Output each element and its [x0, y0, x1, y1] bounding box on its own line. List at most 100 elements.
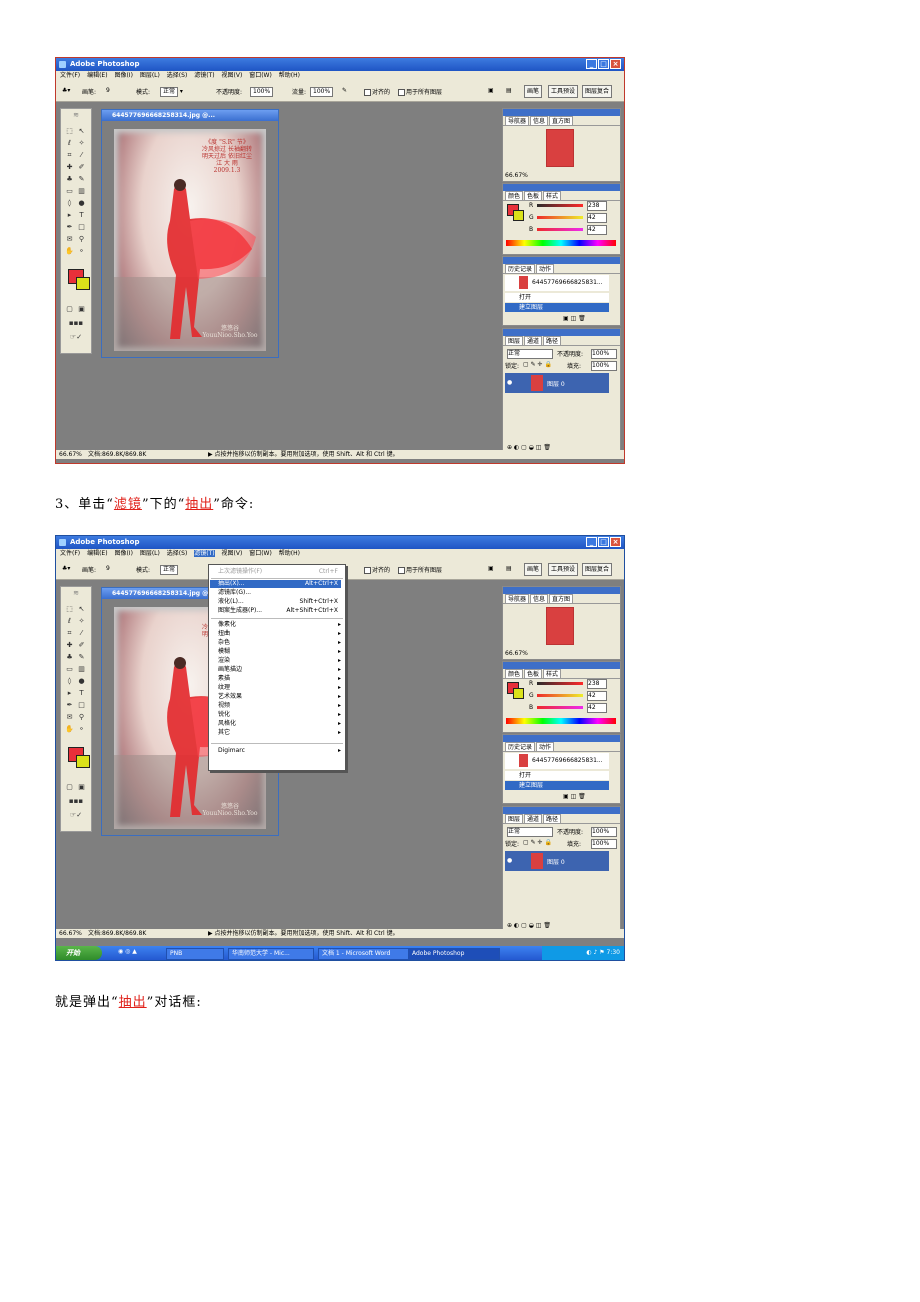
marquee-icon[interactable]: ⬚ — [64, 605, 75, 614]
menu-image[interactable]: 图像(I) — [114, 550, 132, 557]
menu-item-brush-strokes[interactable]: 画笔描边 ▸ — [218, 666, 341, 674]
palette-well-icon[interactable]: ▣ — [488, 565, 494, 572]
channel-b-value[interactable]: 42 — [587, 703, 607, 713]
tab-history[interactable]: 历史记录 — [505, 742, 536, 751]
fill-input[interactable]: 100% — [591, 361, 617, 371]
screen-mode-icons[interactable]: ▪▪▪ — [64, 797, 88, 806]
eye-icon[interactable]: ● — [507, 379, 512, 386]
eyedropper-icon[interactable]: ⚲ — [76, 235, 87, 244]
all-layers-checkbox[interactable]: 用于所有图层 — [398, 87, 442, 96]
menu-item-pixelate[interactable]: 像素化 ▸ — [218, 621, 341, 629]
history-bottom-icons[interactable]: ▣ ◫ 🗑 — [563, 793, 586, 800]
taskbar-item-pnb[interactable]: PNB — [166, 948, 224, 960]
pen-icon[interactable]: ✒ — [64, 223, 75, 232]
dodge-icon[interactable]: ● — [76, 677, 87, 686]
tab-brushes[interactable]: 画笔 — [524, 563, 543, 576]
menu-item-blur[interactable]: 模糊 ▸ — [218, 648, 341, 656]
notes-icon[interactable]: ✉ — [64, 235, 75, 244]
menu-item-distort[interactable]: 扭曲 ▸ — [218, 630, 341, 638]
notes-icon[interactable]: ✉ — [64, 713, 75, 722]
channel-g-slider[interactable] — [537, 694, 583, 697]
palette-well-icon[interactable]: ▣ — [488, 87, 494, 94]
crop-icon[interactable]: ⌗ — [64, 151, 75, 160]
crop-icon[interactable]: ⌗ — [64, 629, 75, 638]
link-filter[interactable]: 滤镜 — [114, 497, 142, 512]
tab-paths[interactable]: 路径 — [543, 336, 562, 345]
tab-histogram[interactable]: 直方图 — [549, 594, 574, 603]
menu-item-sketch[interactable]: 素描 ▸ — [218, 675, 341, 683]
tab-channels[interactable]: 通道 — [524, 814, 543, 823]
dodge-icon[interactable]: ● — [76, 199, 87, 208]
eyedropper-icon[interactable]: ⚲ — [76, 713, 87, 722]
tab-navigator[interactable]: 导航器 — [505, 116, 530, 125]
move-icon[interactable]: ↖ — [76, 605, 87, 614]
tab-info[interactable]: 信息 — [530, 116, 549, 125]
link-extract[interactable]: 抽出 — [185, 497, 213, 512]
quick-mask-on-icon[interactable]: ▣ — [76, 305, 87, 314]
brush-size[interactable]: 9 — [106, 565, 110, 572]
color-bg-swatch[interactable] — [513, 210, 524, 221]
history-item-open[interactable]: 打开 — [505, 771, 609, 780]
opacity-input[interactable]: 100% — [250, 87, 274, 97]
tab-history[interactable]: 历史记录 — [505, 264, 536, 273]
background-color-swatch[interactable] — [76, 277, 90, 290]
menu-image[interactable]: 图像(I) — [114, 72, 132, 79]
lock-icons[interactable]: ▢ ✎ ✛ 🔒 — [523, 361, 552, 368]
panel-header[interactable] — [503, 329, 620, 336]
minimize-button[interactable]: _ — [586, 59, 597, 69]
tab-actions[interactable]: 动作 — [536, 264, 555, 273]
menu-edit[interactable]: 编辑(E) — [87, 72, 107, 79]
menu-item-render[interactable]: 渲染 ▸ — [218, 657, 341, 665]
tab-paths[interactable]: 路径 — [543, 814, 562, 823]
channel-r-slider[interactable] — [537, 204, 583, 207]
link-extract-dialog[interactable]: 抽出 — [119, 995, 147, 1010]
navigator-thumbnail[interactable] — [546, 607, 574, 645]
tab-brushes[interactable]: 画笔 — [524, 85, 543, 98]
tab-tool-presets[interactable]: 工具预设 — [548, 563, 579, 576]
tab-styles[interactable]: 样式 — [543, 669, 562, 678]
type-icon[interactable]: T — [76, 689, 87, 698]
gradient-icon[interactable]: ▥ — [76, 665, 87, 674]
tab-color[interactable]: 颜色 — [505, 669, 524, 678]
slice-icon[interactable]: ⁄ — [76, 629, 87, 638]
tab-actions[interactable]: 动作 — [536, 742, 555, 751]
history-brush-icon[interactable]: ✎ — [76, 653, 87, 662]
menu-item-other[interactable]: 其它 ▸ — [218, 729, 341, 737]
blur-icon[interactable]: ◊ — [64, 199, 75, 208]
fill-input[interactable]: 100% — [591, 839, 617, 849]
menu-item-filter-gallery[interactable]: 滤镜库(G)... — [218, 589, 341, 597]
status-zoom[interactable]: 66.67% — [59, 450, 82, 459]
menu-layer[interactable]: 图层(L) — [140, 550, 160, 557]
menu-select[interactable]: 选择(S) — [167, 550, 188, 557]
hand-icon[interactable]: ✋ — [64, 725, 75, 734]
close-button[interactable]: × — [610, 537, 621, 547]
channel-r-value[interactable]: 238 — [587, 201, 607, 211]
menu-item-digimarc[interactable]: Digimarc ▸ — [218, 747, 341, 755]
history-item-new-layer[interactable]: 建立图层 — [505, 303, 609, 312]
aligned-checkbox[interactable]: 对齐的 — [364, 87, 390, 96]
quick-launch-icons[interactable]: ◉ ◎ ▲ — [118, 948, 137, 955]
blend-mode-select[interactable]: 正常 — [507, 349, 553, 359]
lock-icons[interactable]: ▢ ✎ ✛ 🔒 — [523, 839, 552, 846]
menu-window[interactable]: 窗口(W) — [249, 550, 272, 557]
menu-select[interactable]: 选择(S) — [167, 72, 188, 79]
zoom-icon[interactable]: ⚬ — [76, 725, 87, 734]
mode-select[interactable]: 正常 ▾ — [160, 87, 183, 97]
menu-filter[interactable]: 滤镜(T) — [194, 550, 215, 557]
document-window[interactable]: 644577696668258314.jpg @... 《度 "S.R" 节》 … — [101, 109, 279, 358]
stamp-icon[interactable]: ♣ — [64, 653, 75, 662]
menu-layer[interactable]: 图层(L) — [140, 72, 160, 79]
screen-mode-icons[interactable]: ▪▪▪ — [64, 319, 88, 328]
tab-swatches[interactable]: 色板 — [524, 669, 543, 678]
file-browser-icon[interactable]: ▤ — [506, 565, 512, 572]
minimize-button[interactable]: _ — [586, 537, 597, 547]
layer-row[interactable]: ● 图层 0 — [505, 851, 609, 871]
magic-wand-icon[interactable]: ✧ — [76, 139, 87, 148]
channel-r-value[interactable]: 238 — [587, 679, 607, 689]
maximize-button[interactable]: □ — [598, 59, 609, 69]
shape-icon[interactable]: □ — [76, 223, 87, 232]
tray-icons[interactable]: ◐ ♪ ⚑ — [586, 949, 606, 956]
taskbar-item-browser[interactable]: 华南师范大学 - Mic... — [228, 948, 314, 960]
history-bottom-icons[interactable]: ▣ ◫ 🗑 — [563, 315, 586, 322]
eye-icon[interactable]: ● — [507, 857, 512, 864]
